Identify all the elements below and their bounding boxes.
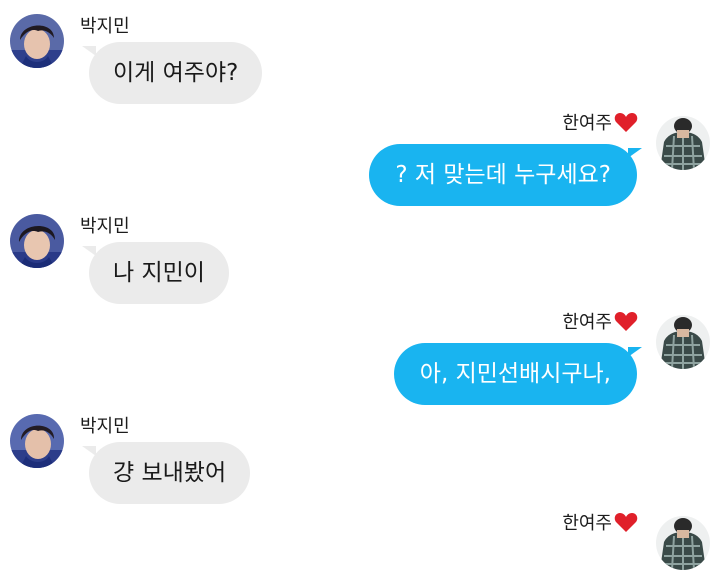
red-heart-icon [614,512,638,532]
avatar-jimin[interactable] [10,214,64,268]
message-bubble[interactable]: ? 저 맞는데 누구세요? [369,144,637,206]
message-bubble[interactable]: 아, 지민선배시구나, [393,343,637,405]
avatar-yeoju[interactable] [656,116,710,170]
sender-name-row: 한여주 [562,112,638,135]
red-heart-icon [614,311,638,331]
red-heart-icon [614,112,638,132]
profile-photo-icon [656,516,710,570]
sender-name: 박지민 [80,16,130,37]
sender-name: 한여주 [562,312,612,333]
message-bubble[interactable]: 이게 여주야? [89,42,263,104]
chat-thread: 박지민 이게 여주야? 한여주 ? 저 맞는데 누구세요? 박지민 나 지민이 … [0,0,720,570]
profile-photo-icon [656,116,710,170]
avatar-jimin[interactable] [10,14,64,68]
avatar-yeoju[interactable] [656,516,710,570]
avatar-yeoju[interactable] [656,315,710,369]
profile-photo-icon [10,414,64,468]
sender-name: 박지민 [80,416,130,437]
message-bubble[interactable]: 걍 보내봤어 [89,442,251,504]
sender-name-row: 한여주 [562,512,638,535]
profile-photo-icon [10,14,64,68]
avatar-jimin[interactable] [10,414,64,468]
message-bubble[interactable]: 나 지민이 [89,242,229,304]
profile-photo-icon [656,315,710,369]
sender-name-row: 한여주 [562,311,638,334]
profile-photo-icon [10,214,64,268]
sender-name: 한여주 [562,113,612,134]
sender-name: 한여주 [562,513,612,534]
sender-name: 박지민 [80,216,130,237]
